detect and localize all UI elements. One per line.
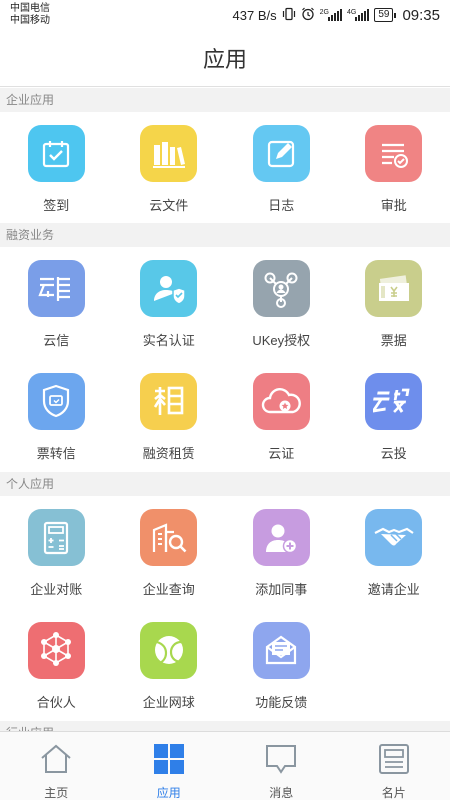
app-label: 实名认证 (142, 333, 195, 348)
network-user-icon (252, 260, 310, 317)
app-label: 云证 (268, 445, 295, 461)
app-label: 企业网球 (142, 694, 195, 710)
nav-item-card[interactable]: 名片 (338, 732, 450, 800)
alarm-icon (301, 7, 315, 24)
app-grid-enterprise: 签到 云文件 日志 审批 (0, 112, 450, 223)
carrier-1: 中国电信 (10, 3, 50, 14)
edit-note-icon (252, 125, 310, 182)
app-label: UKey授权 (252, 333, 311, 348)
app-label: 融资租赁 (142, 445, 195, 461)
app-grid-financing: 云信 实名认证 UKey授权 票据 票转信 融资租赁 云证 云投 (0, 247, 450, 472)
yuntou-logo-icon (365, 372, 423, 430)
message-icon (264, 744, 298, 779)
app-tile-cloud-invest[interactable]: 云投 (338, 360, 450, 465)
app-label: 云信 (43, 333, 70, 348)
signal-icon-sim2: 4G (347, 9, 370, 21)
app-tile-tennis[interactable]: 企业网球 (113, 609, 226, 714)
carrier-2: 中国移动 (10, 15, 50, 26)
app-tile-ukey[interactable]: UKey授权 (225, 247, 338, 352)
tennis-ball-icon (140, 621, 198, 679)
app-tile-add-colleague[interactable]: 添加同事 (225, 496, 338, 601)
nav-item-apps[interactable]: 应用 (113, 732, 226, 800)
nav-item-home[interactable]: 主页 (0, 732, 113, 800)
app-tile-yunxin[interactable]: 云信 (0, 247, 113, 352)
section-header-industry: 行业应用 (0, 721, 450, 731)
app-tile-cloud-cert[interactable]: 云证 (225, 360, 338, 465)
app-label: 票据 (380, 333, 407, 348)
apps-grid-icon (153, 744, 185, 779)
calendar-check-icon (27, 125, 85, 182)
section-header-enterprise: 企业应用 (0, 88, 450, 112)
app-label: 票转信 (36, 445, 76, 461)
apps-content[interactable]: 企业应用 签到 云文件 日志 审批 融资业务 云信 实名认证 UKey授权 票据… (0, 88, 450, 731)
app-label: 功能反馈 (255, 694, 308, 710)
app-tile-checkin[interactable]: 签到 (0, 112, 113, 217)
app-tile-finance-lease[interactable]: 融资租赁 (113, 360, 226, 465)
app-tile-invite-company[interactable]: 邀请企业 (338, 496, 450, 601)
approval-list-icon (365, 125, 423, 182)
app-label: 审批 (380, 198, 407, 213)
signal-icon-sim1: 2G (320, 9, 342, 21)
app-tile-cloud-files[interactable]: 云文件 (113, 112, 226, 217)
status-bar: 中国电信 中国移动 437 B/s 2G 4G 59 09:35 (0, 0, 450, 30)
home-icon (39, 744, 73, 779)
app-header: 应用 (0, 30, 450, 87)
nav-label-home: 主页 (44, 786, 69, 800)
app-tile-bills[interactable]: 票据 (338, 247, 450, 352)
app-tile-approval[interactable]: 审批 (338, 112, 450, 217)
battery-icon: 59 (374, 8, 397, 22)
status-indicators: 437 B/s 2G 4G 59 09:35 (233, 4, 440, 26)
handshake-icon (365, 509, 423, 566)
app-grid-personal: 企业对账 企业查询 添加同事 邀请企业 合伙人 企业网球 功能反馈 (0, 496, 450, 721)
cloud-star-icon (252, 372, 310, 430)
app-tile-reconcile[interactable]: 企业对账 (0, 496, 113, 601)
nav-label-card: 名片 (381, 786, 406, 800)
app-tile-company-search[interactable]: 企业查询 (113, 496, 226, 601)
user-shield-icon (140, 260, 198, 317)
bottom-nav: 主页 应用 消息 名片 (0, 731, 450, 800)
app-label: 企业对账 (30, 582, 83, 597)
yunxin-logo-icon (27, 260, 85, 317)
business-card-icon (378, 744, 410, 779)
nav-item-messages[interactable]: 消息 (225, 732, 338, 800)
vibrate-icon (282, 7, 296, 24)
app-label: 合伙人 (36, 694, 76, 710)
app-tile-bill-to-credit[interactable]: 票转信 (0, 360, 113, 465)
app-label: 云文件 (149, 198, 189, 213)
section-header-financing: 融资业务 (0, 223, 450, 247)
app-tile-partner[interactable]: 合伙人 (0, 609, 113, 714)
add-user-icon (252, 509, 310, 566)
app-label: 签到 (43, 198, 70, 213)
shield-card-icon (27, 372, 85, 430)
building-search-icon (140, 509, 198, 566)
nav-label-messages: 消息 (269, 786, 294, 800)
carrier-info: 中国电信 中国移动 (10, 3, 50, 27)
section-header-personal: 个人应用 (0, 472, 450, 496)
app-tile-real-name[interactable]: 实名认证 (113, 247, 226, 352)
app-tile-feedback[interactable]: 功能反馈 (225, 609, 338, 714)
app-label: 云投 (380, 445, 407, 461)
app-label: 企业查询 (142, 582, 195, 597)
nav-label-apps: 应用 (156, 786, 181, 800)
app-label: 添加同事 (255, 582, 308, 597)
calculator-icon (27, 509, 85, 566)
page-title: 应用 (202, 47, 247, 72)
mail-feedback-icon (252, 621, 310, 679)
bill-yen-icon (365, 260, 423, 317)
books-icon (140, 125, 198, 182)
zu-character-icon (140, 372, 198, 430)
app-tile-log[interactable]: 日志 (225, 112, 338, 217)
partner-network-icon (27, 621, 85, 679)
network-speed: 437 B/s (232, 7, 277, 23)
app-label: 邀请企业 (367, 582, 420, 597)
clock: 09:35 (402, 6, 440, 24)
app-label: 日志 (268, 198, 295, 213)
